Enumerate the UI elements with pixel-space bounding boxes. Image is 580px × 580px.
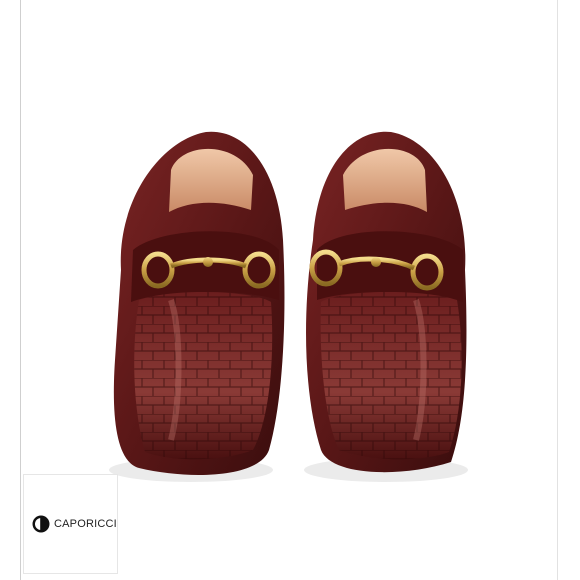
right-loafer bbox=[304, 131, 468, 482]
brand-logo: CAPORICCI bbox=[32, 515, 117, 533]
brand-tile[interactable]: CAPORICCI bbox=[23, 474, 118, 574]
right-divider bbox=[557, 0, 558, 580]
left-loafer bbox=[109, 131, 285, 482]
loafers-illustration bbox=[109, 131, 468, 482]
product-image-frame: CAPORICCI bbox=[0, 0, 580, 580]
product-photo bbox=[21, 0, 557, 520]
caporicci-logo-icon bbox=[32, 515, 50, 533]
brand-name: CAPORICCI bbox=[54, 518, 117, 530]
